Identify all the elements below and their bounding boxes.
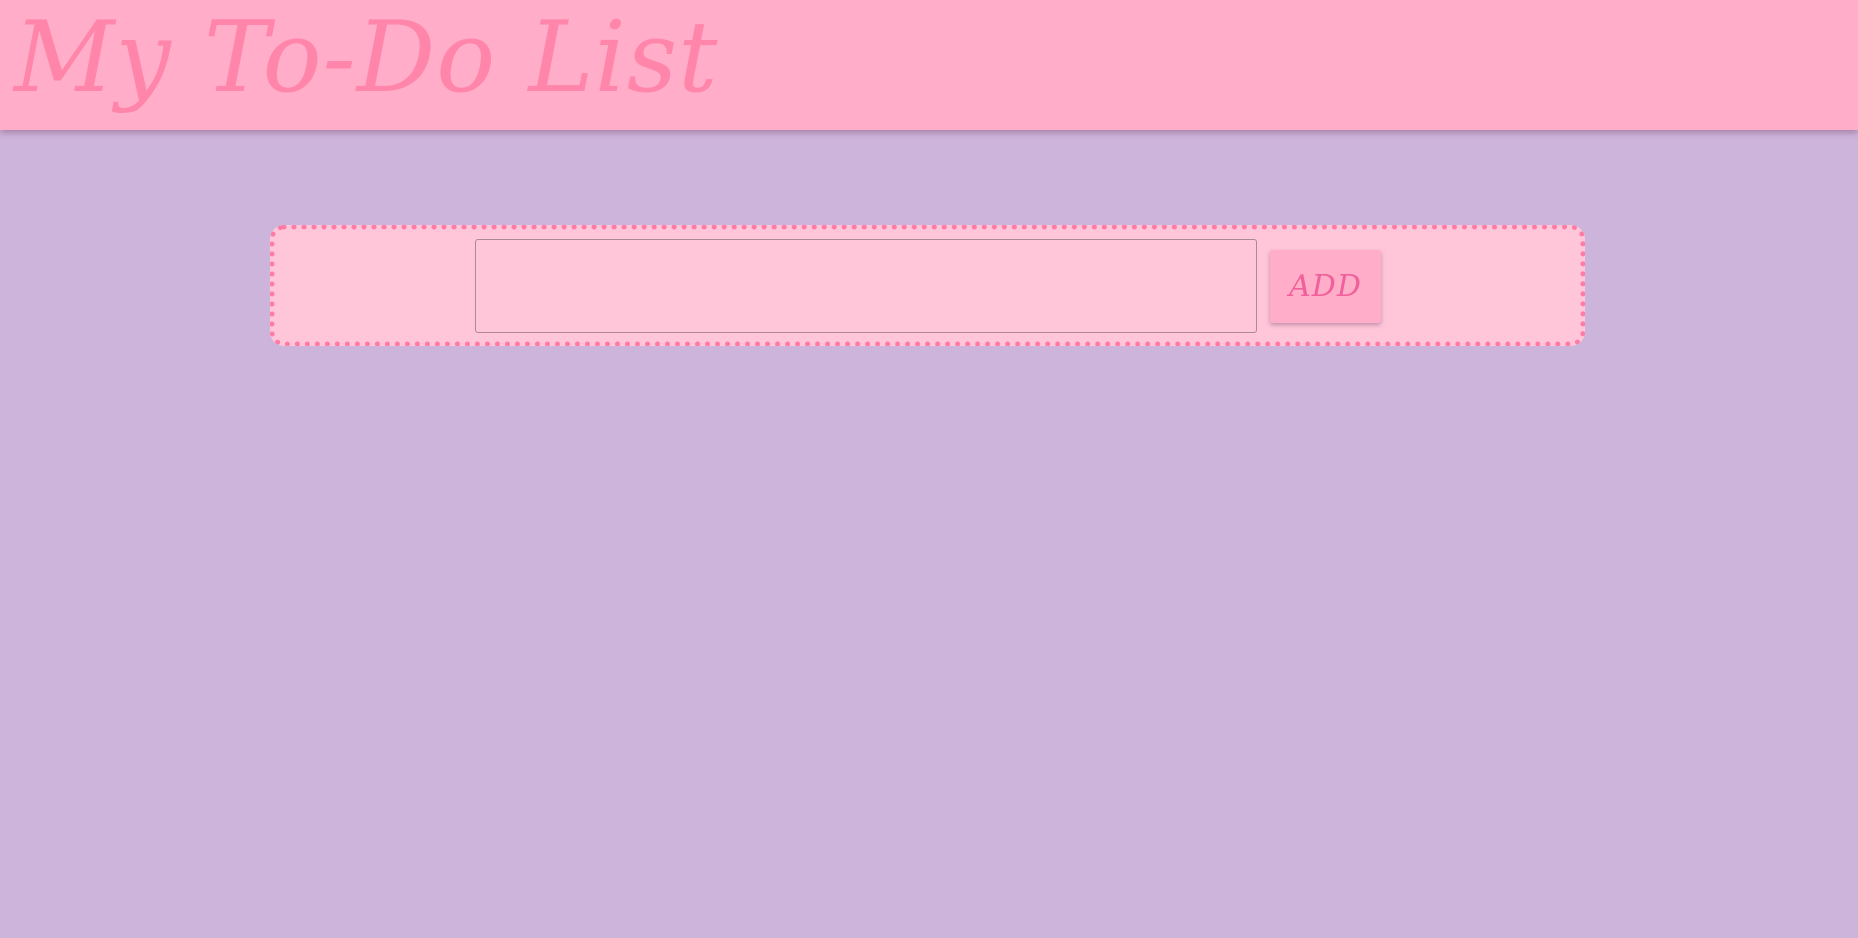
app-header: My To-Do List [0, 0, 1858, 130]
page-title: My To-Do List [14, 1, 719, 115]
todo-input[interactable] [475, 239, 1257, 333]
add-todo-card: ADD [270, 225, 1585, 346]
add-button[interactable]: ADD [1270, 250, 1381, 323]
